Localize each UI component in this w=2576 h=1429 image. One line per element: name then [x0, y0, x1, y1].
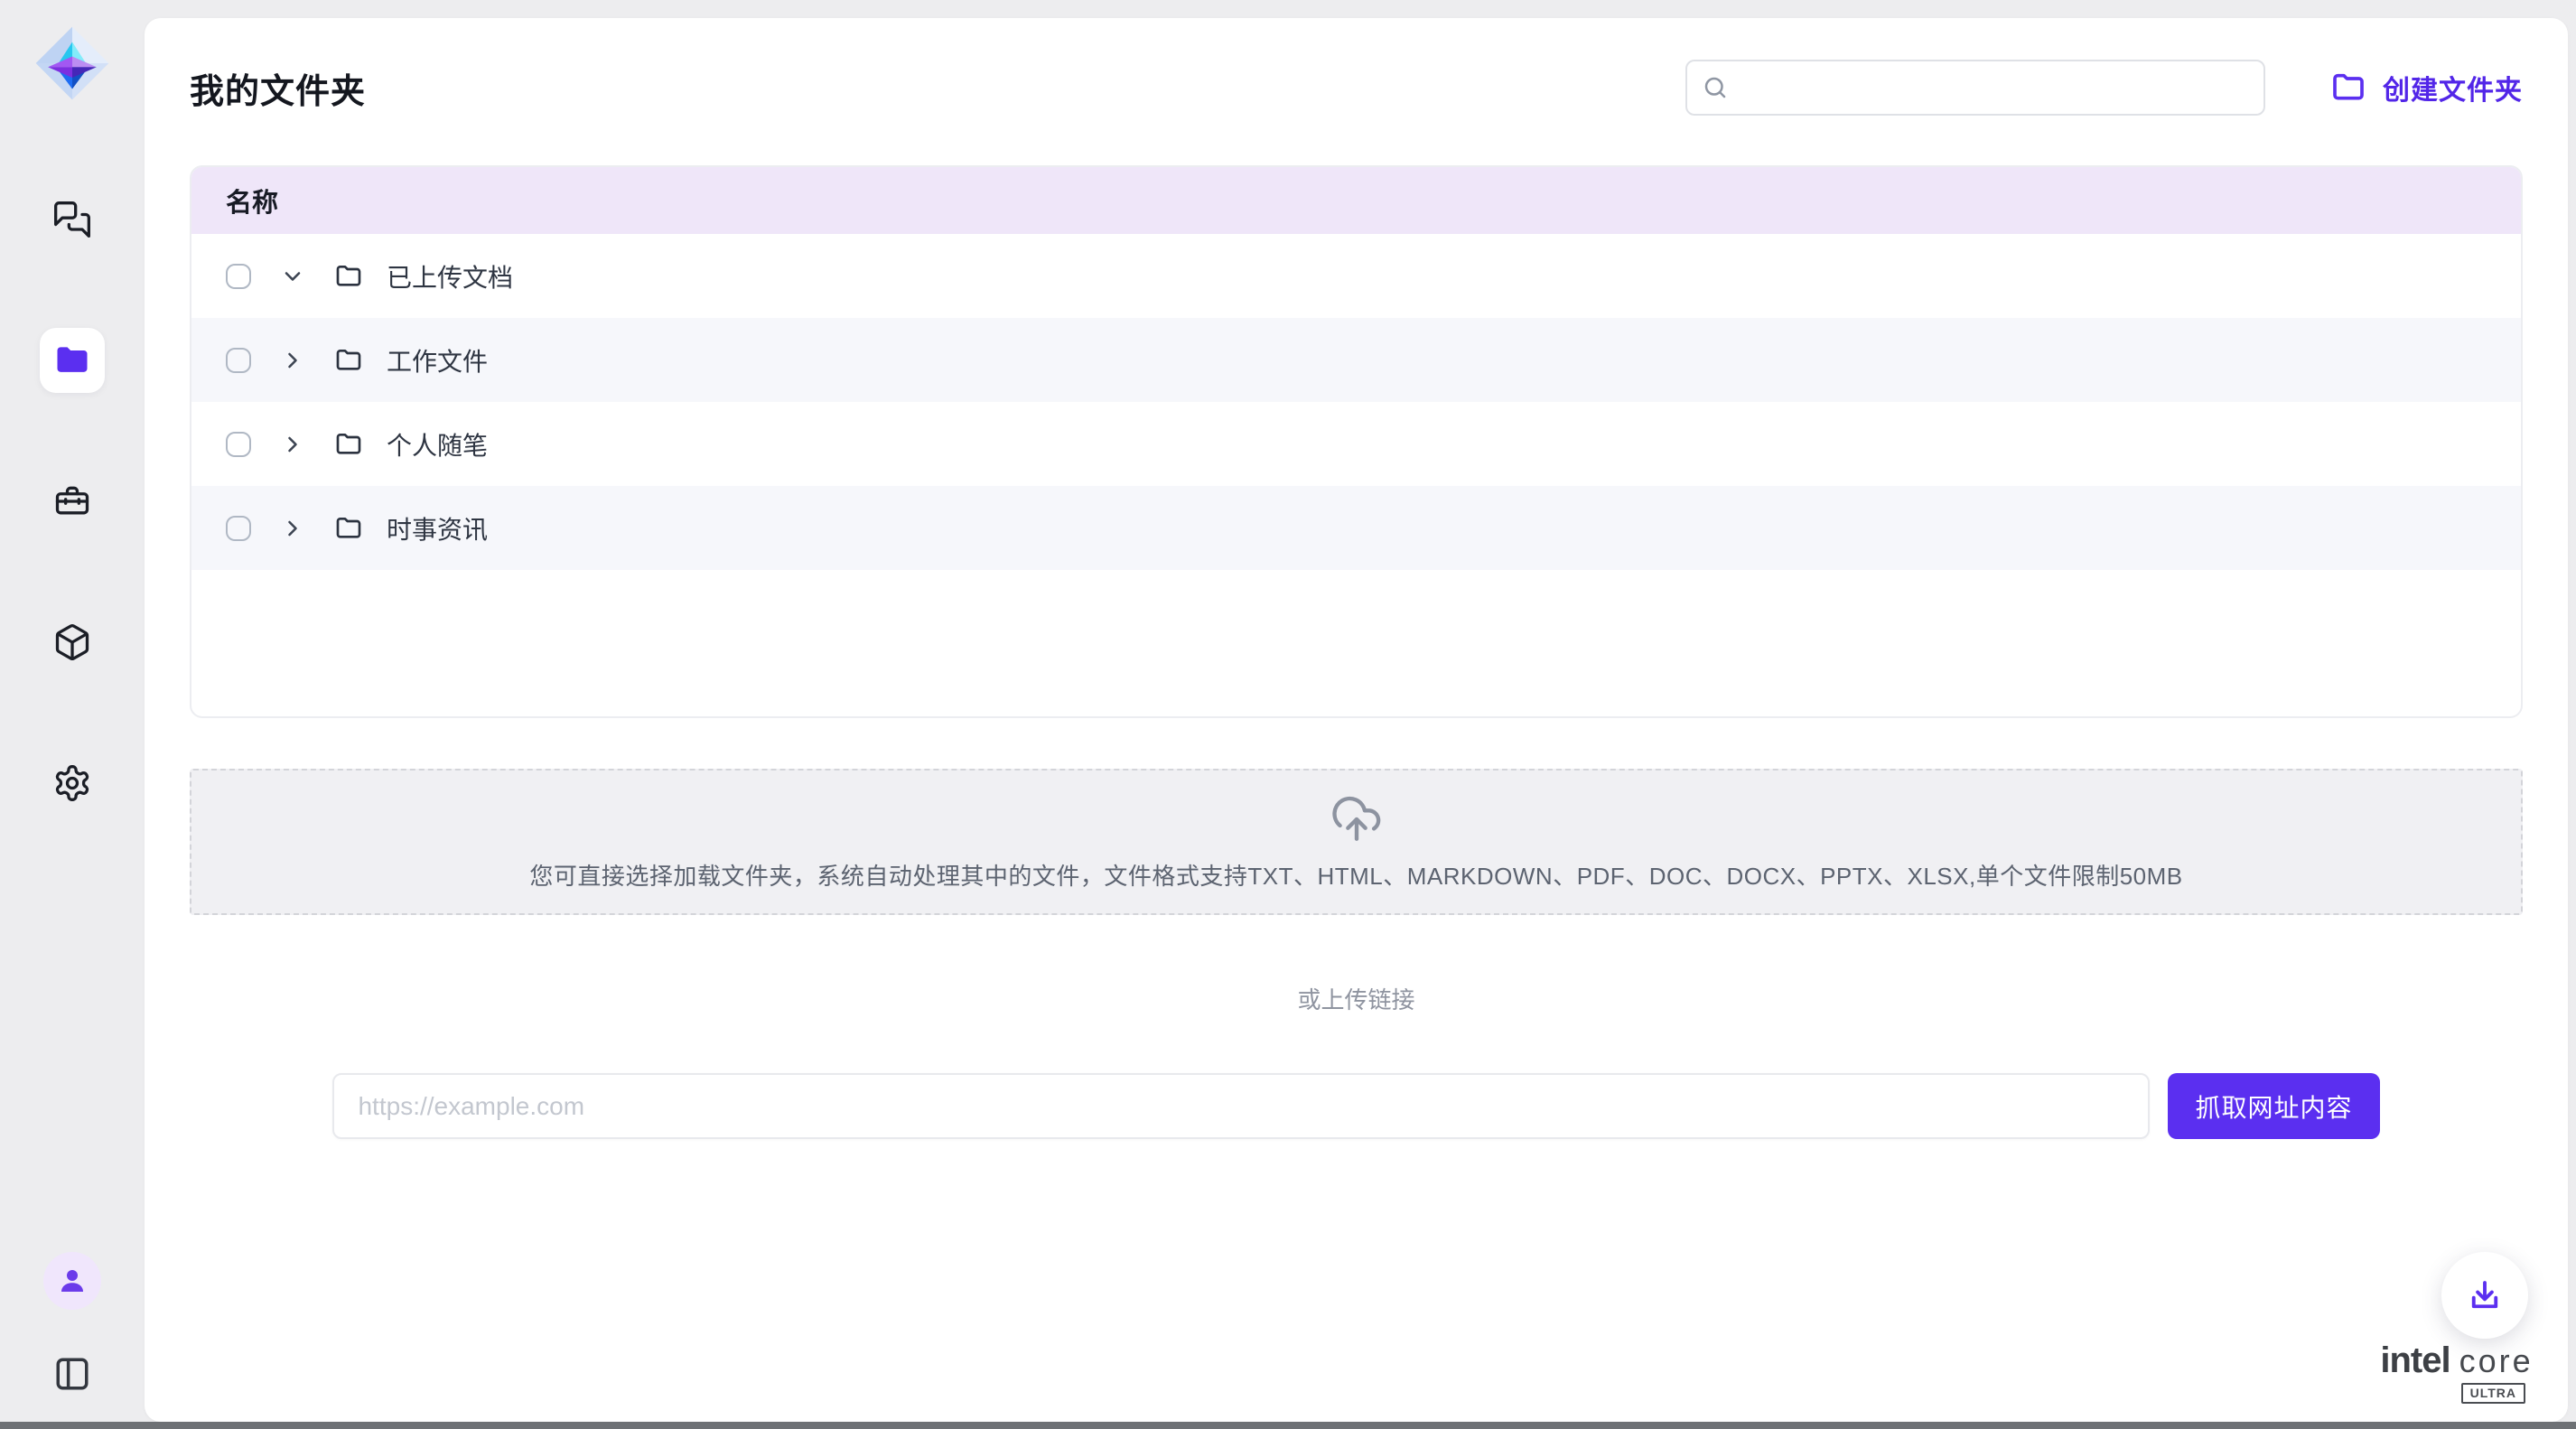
toolbox-icon [52, 481, 92, 521]
brand-intel-text: intel [2380, 1340, 2450, 1381]
url-input[interactable] [332, 1073, 2150, 1139]
user-icon [56, 1265, 89, 1297]
sidebar-item-chat[interactable] [40, 187, 105, 252]
folder-name[interactable]: 已上传文档 [387, 258, 513, 294]
intel-core-ultra-logo: intel core ULTRA [2375, 1340, 2538, 1404]
cube-icon [52, 622, 92, 662]
panel-left-icon [53, 1355, 91, 1393]
create-folder-label: 创建文件夹 [2383, 68, 2523, 107]
search-box[interactable] [1685, 60, 2265, 116]
chevron-right-icon[interactable] [280, 516, 305, 541]
search-input[interactable] [1740, 74, 2249, 102]
brand-core-text: core [2459, 1342, 2534, 1380]
sidebar [0, 0, 145, 1422]
table-row[interactable]: 时事资讯 [191, 486, 2521, 570]
sidebar-item-folders[interactable] [40, 328, 105, 393]
folder-icon [334, 514, 363, 543]
user-avatar[interactable] [43, 1252, 101, 1310]
sidebar-nav [40, 187, 105, 816]
chevron-right-icon[interactable] [280, 432, 305, 457]
chevron-down-icon[interactable] [280, 264, 305, 289]
chevron-right-icon[interactable] [280, 348, 305, 373]
fetch-url-button[interactable]: 抓取网址内容 [2168, 1073, 2379, 1139]
search-icon [1702, 74, 1729, 101]
or-upload-link-label: 或上传链接 [190, 982, 2523, 1015]
create-folder-button[interactable]: 创建文件夹 [2330, 68, 2523, 107]
folder-icon [334, 430, 363, 459]
folder-name[interactable]: 时事资讯 [387, 510, 488, 546]
table-row[interactable]: 已上传文档 [191, 234, 2521, 318]
sidebar-collapse-button[interactable] [51, 1353, 93, 1395]
app-logo-diamond-icon [34, 25, 110, 101]
name-column-header: 名称 [226, 182, 278, 219]
page-title: 我的文件夹 [190, 63, 366, 113]
table-row[interactable]: 个人随笔 [191, 402, 2521, 486]
upload-hint-text: 您可直接选择加载文件夹，系统自动处理其中的文件，文件格式支持TXT、HTML、M… [529, 858, 2182, 892]
sidebar-item-settings[interactable] [40, 751, 105, 816]
window-bottom-edge [0, 1422, 2576, 1429]
download-icon [2466, 1276, 2504, 1314]
folder-icon [52, 341, 92, 380]
row-checkbox[interactable] [226, 516, 251, 541]
sidebar-item-cube[interactable] [40, 610, 105, 675]
folder-icon [334, 346, 363, 375]
download-fab-button[interactable] [2441, 1252, 2528, 1339]
folder-icon [334, 262, 363, 291]
row-checkbox[interactable] [226, 264, 251, 289]
folder-upload-dropzone[interactable]: 您可直接选择加载文件夹，系统自动处理其中的文件，文件格式支持TXT、HTML、M… [190, 769, 2523, 915]
chat-icon [52, 200, 92, 239]
folder-name[interactable]: 个人随笔 [387, 426, 488, 462]
table-row[interactable]: 工作文件 [191, 318, 2521, 402]
sidebar-item-toolbox[interactable] [40, 469, 105, 534]
url-upload-row: 抓取网址内容 [190, 1073, 2523, 1139]
folder-plus-icon [2330, 70, 2366, 106]
row-checkbox[interactable] [226, 348, 251, 373]
table-body: 已上传文档 工作文件 个人随笔 时事资讯 [191, 234, 2521, 570]
topbar: 我的文件夹 创建文件夹 [190, 60, 2523, 116]
folder-table: 名称 已上传文档 工作文件 个人随笔 [190, 165, 2523, 718]
cloud-upload-icon [1330, 793, 1383, 845]
table-header: 名称 [191, 167, 2521, 234]
settings-gear-icon [52, 763, 92, 803]
folder-name[interactable]: 工作文件 [387, 342, 488, 378]
main-panel: 我的文件夹 创建文件夹 名称 已上传文档 [145, 18, 2568, 1422]
brand-ultra-badge: ULTRA [2461, 1383, 2525, 1404]
row-checkbox[interactable] [226, 432, 251, 457]
